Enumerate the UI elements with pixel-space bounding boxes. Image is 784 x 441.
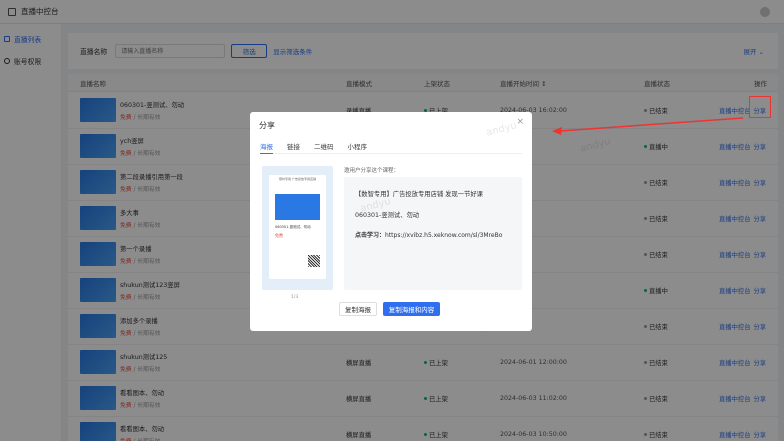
close-icon[interactable]: × — [516, 117, 524, 127]
share-line-1: 【数智专用】广告投放专用店铺 发现一节好课 — [355, 191, 483, 198]
share-tabs: 海报 链接 二维码 小程序 — [260, 139, 522, 154]
poster-name: 060301-竖测试、勿动 — [275, 225, 311, 229]
share-line-3: 点击学习：https://xvibz.h5.xeknow.com/sl/3Mre… — [355, 230, 502, 239]
share-url: https://xvibz.h5.xeknow.com/sl/3MreBo — [385, 232, 503, 239]
poster-index: 1/3 — [291, 295, 299, 300]
poster-price: 免费 — [275, 233, 283, 238]
share-url-label: 点击学习： — [355, 232, 386, 239]
watermark: andyu — [485, 120, 518, 139]
tab-mini-program[interactable]: 小程序 — [348, 139, 368, 153]
share-line-2: 060301-竖测试、勿动 — [355, 212, 420, 219]
qr-code-icon — [308, 255, 320, 267]
modal-title: 分享 — [259, 121, 275, 130]
poster-card: 限时专用 广告投放专用店铺 060301-竖测试、勿动 免费 — [269, 175, 326, 279]
tab-poster[interactable]: 海报 — [260, 139, 273, 154]
poster-preview[interactable]: 限时专用 广告投放专用店铺 060301-竖测试、勿动 免费 — [262, 166, 333, 290]
tab-qrcode[interactable]: 二维码 — [314, 139, 334, 153]
share-text-box: 【数智专用】广告投放专用店铺 发现一节好课 060301-竖测试、勿动 点击学习… — [344, 177, 522, 290]
share-modal: 分享 × 海报 链接 二维码 小程序 限时专用 广告投放专用店铺 060301-… — [250, 112, 532, 331]
poster-image — [275, 194, 320, 220]
copy-poster-and-content-button[interactable]: 复制海报和内容 — [383, 302, 440, 316]
tab-link[interactable]: 链接 — [287, 139, 300, 153]
poster-header: 限时专用 广告投放专用店铺 — [269, 175, 326, 184]
share-tip: 邀用户分享这个课程： — [344, 168, 400, 174]
copy-poster-button[interactable]: 复制海报 — [339, 302, 377, 316]
